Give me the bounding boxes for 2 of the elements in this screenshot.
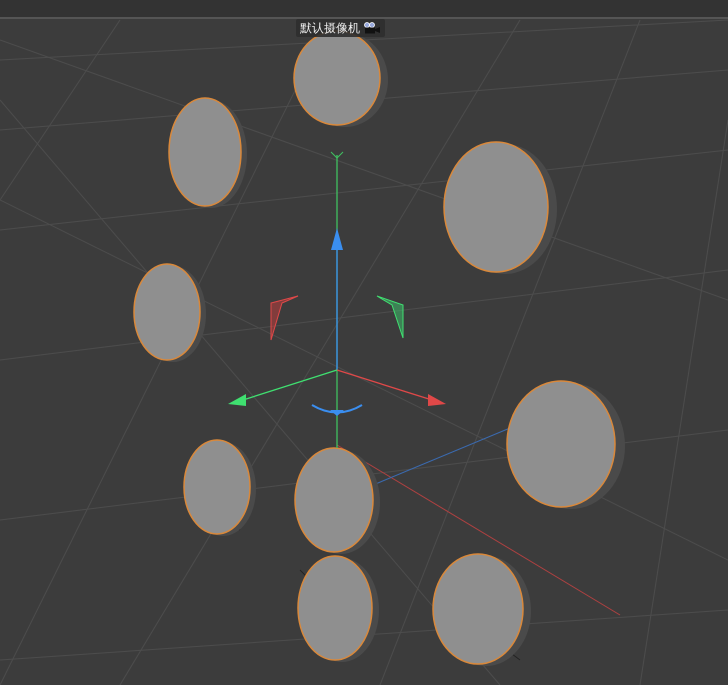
camera-icon [363, 22, 381, 34]
camera-name: 默认摄像机 [300, 20, 360, 36]
